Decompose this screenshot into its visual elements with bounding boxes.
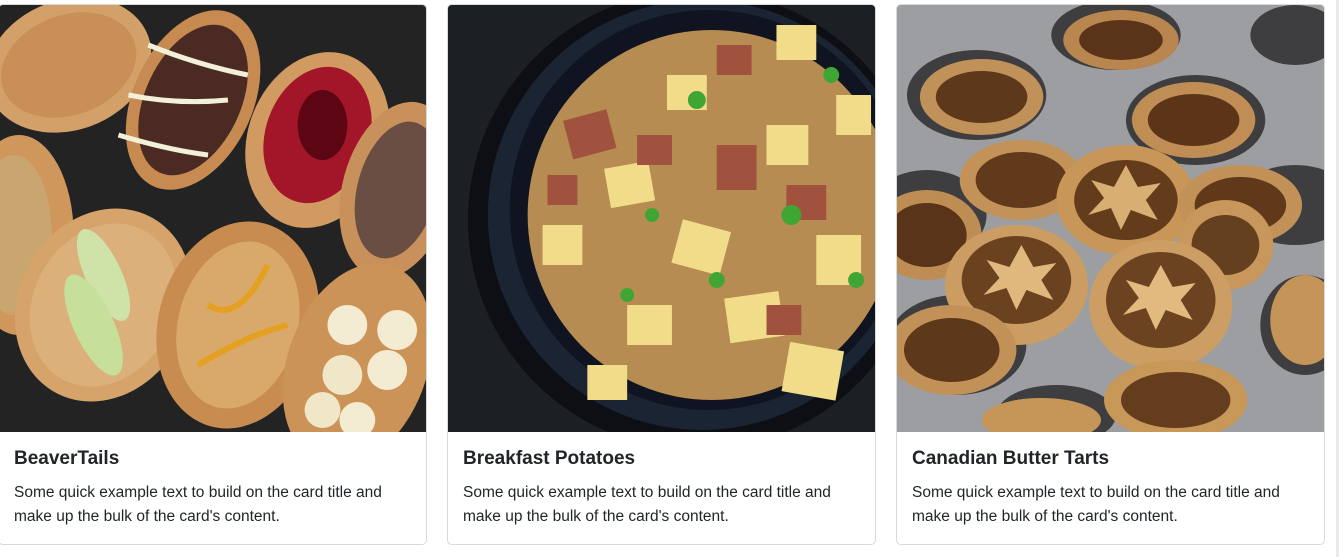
card-body: Breakfast Potatoes Some quick example te… xyxy=(448,432,875,529)
card-text: Some quick example text to build on the … xyxy=(912,483,1280,525)
card-image-beavertails xyxy=(0,5,426,432)
butter-tarts-photo xyxy=(897,5,1324,432)
card-breakfast-potatoes: Breakfast Potatoes Some quick example te… xyxy=(447,4,876,545)
card-row: BeaverTails Some quick example text to b… xyxy=(0,0,1339,557)
card-beavertails: BeaverTails Some quick example text to b… xyxy=(0,4,427,545)
card-image-canadian-butter-tarts xyxy=(897,5,1324,432)
breakfast-potatoes-photo xyxy=(448,5,875,432)
card-title: BeaverTails xyxy=(14,448,120,469)
card-image-breakfast-potatoes xyxy=(448,5,875,432)
card-text: Some quick example text to build on the … xyxy=(14,483,382,525)
beavertails-photo xyxy=(0,5,426,432)
card-canadian-butter-tarts: Canadian Butter Tarts Some quick example… xyxy=(896,4,1325,545)
card-body: BeaverTails Some quick example text to b… xyxy=(0,432,426,529)
card-text: Some quick example text to build on the … xyxy=(463,483,831,525)
card-title: Canadian Butter Tarts xyxy=(912,448,1110,469)
card-body: Canadian Butter Tarts Some quick example… xyxy=(897,432,1324,529)
card-title: Breakfast Potatoes xyxy=(463,448,636,469)
